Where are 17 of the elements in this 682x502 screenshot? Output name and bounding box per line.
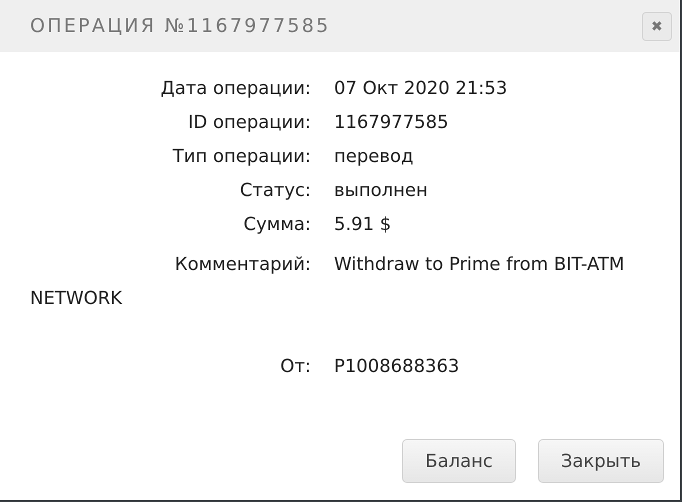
dialog-title: ОПЕРАЦИЯ №1167977585	[30, 15, 331, 37]
detail-label: Сумма:	[242, 214, 311, 235]
detail-value: перевод	[334, 146, 414, 167]
detail-value: выполнен	[334, 180, 428, 201]
dialog-button[interactable]: Баланс	[402, 439, 516, 483]
close-button[interactable]: ✖	[642, 12, 672, 40]
dialog-button[interactable]: Закрыть	[538, 439, 664, 483]
detail-value: P1008688363	[334, 356, 460, 377]
comment-text: Комментарий: Withdraw to Prime from BIT-ATM NETWORK	[30, 253, 626, 311]
detail-value: 1167977585	[334, 112, 449, 133]
detail-value: 07 Окт 2020 21:53	[334, 78, 508, 99]
detail-label: Тип операции:	[172, 146, 311, 167]
detail-label: Статус:	[238, 180, 311, 201]
detail-label: ID операции:	[187, 112, 311, 133]
detail-label: От:	[279, 356, 311, 377]
detail-label: Дата операции:	[160, 78, 311, 99]
detail-value: 5.91 $	[334, 214, 392, 235]
